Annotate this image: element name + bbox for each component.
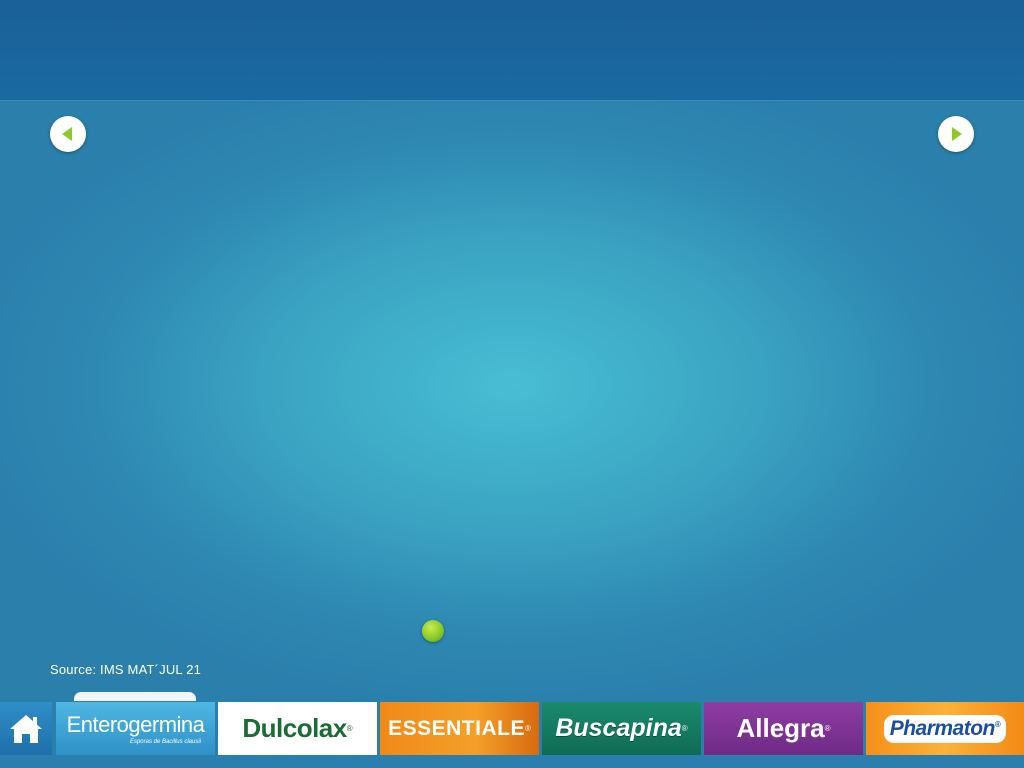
home-button[interactable] — [0, 702, 52, 755]
brand-name: Pharmaton® — [883, 714, 1007, 743]
brand-name-text: Pharmaton — [889, 716, 996, 740]
registered-mark: ® — [994, 719, 1001, 729]
registered-mark: ® — [681, 724, 688, 733]
previous-button[interactable] — [50, 116, 86, 152]
brand-tagline: Esporas de Bacillus clausii — [129, 739, 201, 745]
arrow-right-icon — [952, 127, 962, 141]
brand-tab-enterogermina[interactable]: Enterogermina Esporas de Bacillus clausi… — [56, 702, 215, 755]
brand-tab-buscapina[interactable]: Buscapina ® — [542, 702, 701, 755]
arrow-left-icon — [62, 127, 72, 141]
top-bar — [0, 0, 1024, 100]
brand-name: Enterogermina — [66, 712, 205, 737]
next-button[interactable] — [938, 116, 974, 152]
bottom-strip — [0, 755, 1024, 768]
registered-mark: ® — [524, 724, 531, 733]
green-dot-button[interactable] — [422, 620, 444, 642]
source-note: Source: IMS MAT´JUL 21 — [50, 662, 202, 677]
brand-name: ESSENTIALE — [388, 716, 525, 740]
home-icon — [10, 714, 42, 743]
brand-tab-pharmaton[interactable]: Pharmaton® — [866, 702, 1024, 755]
brand-tab-dulcolax[interactable]: Dulcolax ® — [218, 702, 377, 755]
brand-tab-allegra[interactable]: Allegra ® — [704, 702, 863, 755]
brand-tab-essentiale[interactable]: ESSENTIALE ® — [380, 702, 539, 755]
brand-name: Dulcolax — [242, 713, 347, 743]
brand-name: Buscapina — [555, 714, 682, 742]
brand-name: Allegra — [736, 713, 825, 743]
registered-mark: ® — [824, 724, 831, 733]
registered-mark: ® — [346, 724, 353, 733]
